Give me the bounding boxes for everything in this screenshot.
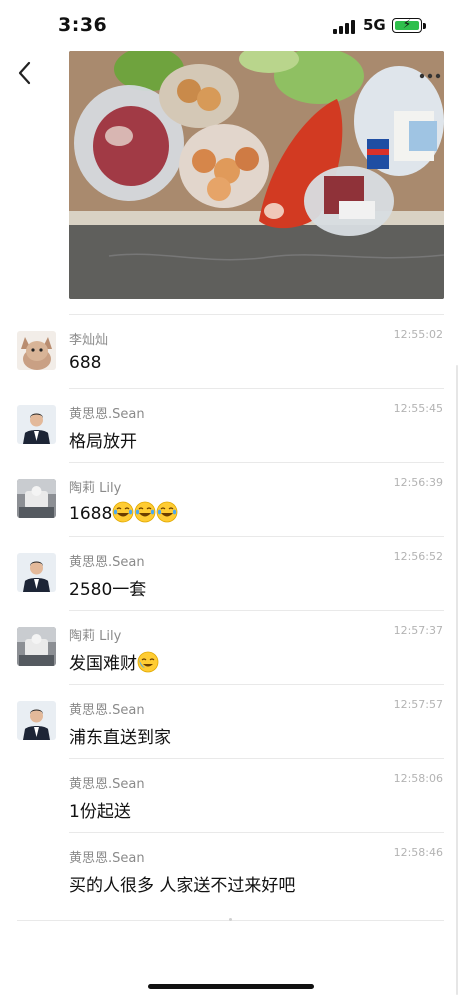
back-button[interactable] <box>14 58 36 88</box>
message-item[interactable]: 陶莉 Lily 12:56:39 1688 <box>0 462 461 536</box>
sender-name: 陶莉 Lily <box>69 481 122 496</box>
laughing-emoji-icon <box>156 501 178 528</box>
sender-name: 黄思恩.Sean <box>69 407 145 422</box>
message-text: 浦东直送到家 <box>69 728 171 748</box>
suit-avatar <box>17 553 56 592</box>
scrollbar[interactable] <box>456 365 458 995</box>
message-item[interactable]: 黄思恩.Sean 12:58:46 买的人很多 人家送不过来好吧 <box>0 832 461 906</box>
avatar[interactable] <box>17 331 56 370</box>
message-text: 2580一套 <box>69 580 147 600</box>
network-type: 5G <box>363 16 386 34</box>
message-item[interactable]: 黄思恩.Sean 12:55:45 格局放开 <box>0 388 461 462</box>
chevron-left-icon <box>18 61 31 85</box>
message-time: 12:55:02 <box>393 328 443 341</box>
message-text: 688 <box>69 353 102 373</box>
battery-cap <box>423 23 426 29</box>
message-time: 12:58:46 <box>393 846 443 859</box>
avatar[interactable] <box>17 701 56 740</box>
laughing-emoji-icon <box>134 501 156 528</box>
sender-name: 黄思恩.Sean <box>69 555 145 570</box>
suit-avatar <box>17 405 56 444</box>
car-avatar <box>17 627 56 666</box>
avatar[interactable] <box>17 479 56 518</box>
sender-name: 黄思恩.Sean <box>69 777 145 792</box>
sender-name: 黄思恩.Sean <box>69 851 145 866</box>
shared-photo[interactable] <box>69 51 444 299</box>
more-button[interactable] <box>418 66 442 79</box>
avatar[interactable] <box>17 405 56 444</box>
message-time: 12:57:37 <box>393 624 443 637</box>
message-item[interactable]: 黄思恩.Sean 12:57:57 浦东直送到家 <box>0 684 461 758</box>
message-text: 1688 <box>69 501 178 528</box>
signal-icon <box>333 20 355 34</box>
status-bar: 3:36 5G ⚡ <box>0 0 461 52</box>
sender-name: 陶莉 Lily <box>69 629 122 644</box>
message-time: 12:56:52 <box>393 550 443 563</box>
cat-avatar <box>17 331 56 370</box>
laughing-emoji-icon <box>112 501 134 528</box>
message-item[interactable]: 黄思恩.Sean 12:58:06 1份起送 <box>0 758 461 832</box>
message-time: 12:56:39 <box>393 476 443 489</box>
list-end-dot <box>229 918 232 921</box>
message-time: 12:57:57 <box>393 698 443 711</box>
crying-laughing-emoji-icon <box>137 651 159 678</box>
message-text: 买的人很多 人家送不过来好吧 <box>69 876 296 896</box>
avatar[interactable] <box>17 553 56 592</box>
message-text: 格局放开 <box>69 432 137 452</box>
message-item[interactable]: 陶莉 Lily 12:57:37 发国难财 <box>0 610 461 684</box>
sender-name: 黄思恩.Sean <box>69 703 145 718</box>
message-item[interactable]: 黄思恩.Sean 12:56:52 2580一套 <box>0 536 461 610</box>
sender-name: 李灿灿 <box>69 333 109 348</box>
message-time: 12:55:45 <box>393 402 443 415</box>
grocery-photo <box>69 51 444 299</box>
suit-avatar <box>17 701 56 740</box>
message-item[interactable]: 李灿灿 12:55:02 688 <box>0 314 461 388</box>
car-avatar <box>17 479 56 518</box>
more-dots-icon <box>419 73 441 79</box>
home-indicator[interactable] <box>148 984 314 989</box>
message-time: 12:58:06 <box>393 772 443 785</box>
message-text: 1份起送 <box>69 802 131 822</box>
message-text: 发国难财 <box>69 649 159 678</box>
battery-icon: ⚡ <box>392 17 422 33</box>
avatar[interactable] <box>17 627 56 666</box>
status-time: 3:36 <box>58 14 108 36</box>
